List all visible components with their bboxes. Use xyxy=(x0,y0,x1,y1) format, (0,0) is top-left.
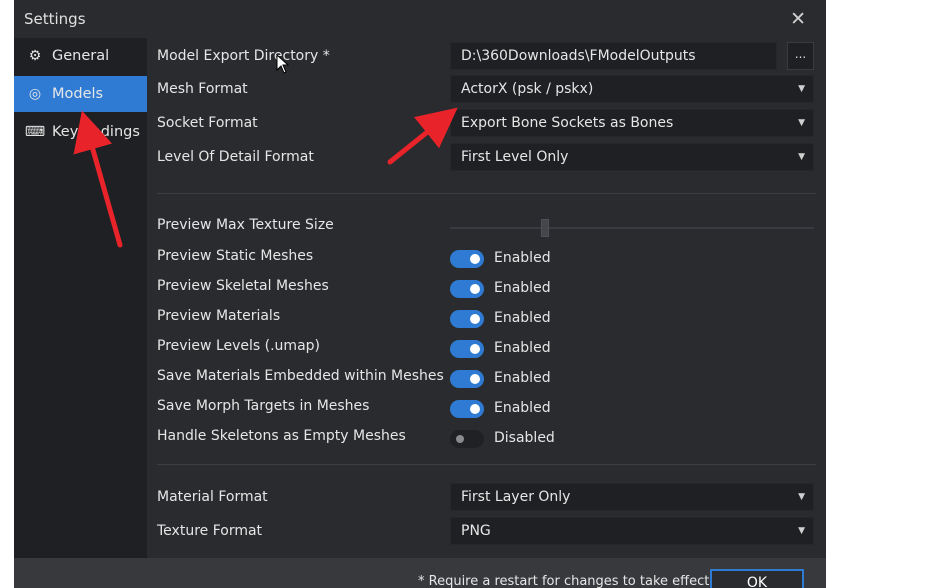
toggle-preview-skeletal[interactable] xyxy=(450,280,484,298)
chevron-down-icon: ▼ xyxy=(798,526,805,536)
settings-panel: Model Export Directory * D:\360Downloads… xyxy=(147,38,826,558)
texture-format-select[interactable]: PNG ▼ xyxy=(450,517,814,545)
toggle-label-preview-levels: Preview Levels (.umap) xyxy=(157,338,320,354)
sidebar-item-label: Keybindings xyxy=(52,124,140,140)
toggle-state: Enabled xyxy=(494,400,551,416)
lod-format-value: First Level Only xyxy=(461,149,569,165)
toggle-knob xyxy=(456,435,464,443)
mesh-format-select[interactable]: ActorX (psk / pskx) ▼ xyxy=(450,75,814,103)
toggle-preview-materials[interactable] xyxy=(450,310,484,328)
chevron-down-icon: ▼ xyxy=(798,118,805,128)
toggle-state: Enabled xyxy=(494,340,551,356)
sidebar: ⚙ General ◎ Models ⌨ Keybindings xyxy=(14,38,147,558)
toggle-label-preview-static: Preview Static Meshes xyxy=(157,248,314,264)
browse-button[interactable]: ... xyxy=(787,42,814,70)
lod-format-select[interactable]: First Level Only ▼ xyxy=(450,143,814,171)
chevron-down-icon: ▼ xyxy=(798,152,805,162)
slider-handle[interactable] xyxy=(540,219,549,237)
socket-format-select[interactable]: Export Bone Sockets as Bones ▼ xyxy=(450,109,814,137)
model-icon: ◎ xyxy=(28,86,42,102)
texture-format-label: Texture Format xyxy=(157,523,263,539)
material-format-select[interactable]: First Layer Only ▼ xyxy=(450,483,814,511)
toggle-save-materials[interactable] xyxy=(450,370,484,388)
chevron-down-icon: ▼ xyxy=(798,492,805,502)
preview-texture-size-label: Preview Max Texture Size xyxy=(157,217,334,233)
toggle-preview-static[interactable] xyxy=(450,250,484,268)
toggle-handle-skeletons[interactable] xyxy=(450,430,484,448)
mesh-format-label: Mesh Format xyxy=(157,81,248,97)
toggle-label-preview-skeletal: Preview Skeletal Meshes xyxy=(157,278,329,294)
sidebar-item-models[interactable]: ◎ Models xyxy=(14,76,147,112)
toggle-label-save-materials: Save Materials Embedded within Meshes xyxy=(157,368,444,384)
lod-format-label: Level Of Detail Format xyxy=(157,149,314,165)
settings-window: Settings ✕ ⚙ General ◎ Models ⌨ Keybindi… xyxy=(14,0,826,588)
window-title: Settings xyxy=(24,10,86,28)
sidebar-item-label: Models xyxy=(52,86,104,102)
sidebar-item-keybindings[interactable]: ⌨ Keybindings xyxy=(14,114,147,150)
title-bar: Settings ✕ xyxy=(14,0,826,38)
toggle-knob xyxy=(470,284,480,294)
toggle-knob xyxy=(470,344,480,354)
toggle-knob xyxy=(470,374,480,384)
toggle-state: Enabled xyxy=(494,280,551,296)
sidebar-item-general[interactable]: ⚙ General xyxy=(14,38,147,74)
toggle-knob xyxy=(470,254,480,264)
close-icon[interactable]: ✕ xyxy=(790,8,806,30)
chevron-down-icon: ▼ xyxy=(798,84,805,94)
toggle-state: Enabled xyxy=(494,250,551,266)
divider xyxy=(157,193,816,194)
keyboard-icon: ⌨ xyxy=(24,124,46,140)
toggle-label-save-morph: Save Morph Targets in Meshes xyxy=(157,398,370,414)
toggle-label-preview-materials: Preview Materials xyxy=(157,308,281,324)
toggle-knob xyxy=(470,314,480,324)
sidebar-item-label: General xyxy=(52,48,110,64)
toggle-knob xyxy=(470,404,480,414)
divider xyxy=(157,464,816,465)
toggle-state: Enabled xyxy=(494,370,551,386)
dialog-footer: * Require a restart for changes to take … xyxy=(14,558,826,588)
texture-format-value: PNG xyxy=(461,523,491,539)
socket-format-label: Socket Format xyxy=(157,115,258,131)
toggle-state: Disabled xyxy=(494,430,555,446)
restart-note: * Require a restart for changes to take … xyxy=(418,574,710,588)
mesh-format-value: ActorX (psk / pskx) xyxy=(461,81,594,97)
socket-format-value: Export Bone Sockets as Bones xyxy=(461,115,674,131)
gear-icon: ⚙ xyxy=(28,48,42,64)
preview-texture-slider-track[interactable] xyxy=(450,227,814,229)
mouse-pointer-icon xyxy=(276,54,290,74)
material-format-label: Material Format xyxy=(157,489,268,505)
toggle-label-handle-skeletons: Handle Skeletons as Empty Meshes xyxy=(157,428,406,444)
toggle-state: Enabled xyxy=(494,310,551,326)
export-dir-input[interactable]: D:\360Downloads\FModelOutputs xyxy=(450,42,777,70)
toggle-save-morph[interactable] xyxy=(450,400,484,418)
ok-button[interactable]: OK xyxy=(710,569,804,588)
material-format-value: First Layer Only xyxy=(461,489,571,505)
toggle-preview-levels[interactable] xyxy=(450,340,484,358)
export-dir-label: Model Export Directory * xyxy=(157,48,330,64)
